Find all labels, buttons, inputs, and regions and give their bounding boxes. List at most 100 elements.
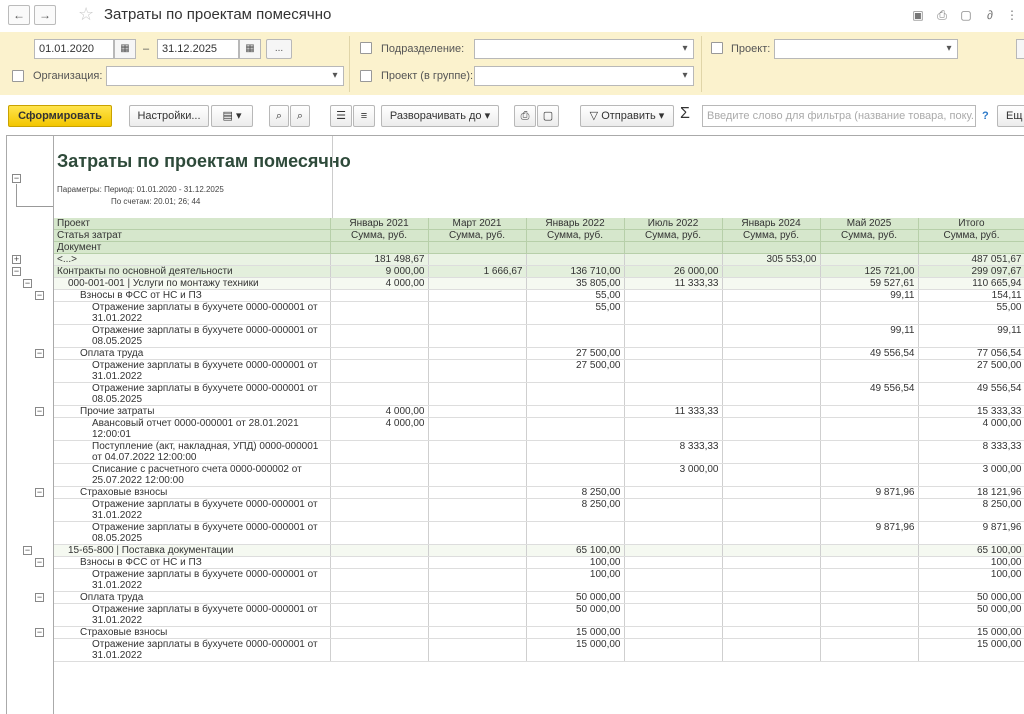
row-value: 136 710,00 xyxy=(526,265,625,278)
back-button[interactable]: ← xyxy=(8,5,30,25)
header-col: Январь 2022 xyxy=(526,218,625,230)
project-group-select[interactable] xyxy=(474,66,694,86)
group-row[interactable]: Контракты по основной деятельности 9 000,… xyxy=(54,265,1024,278)
collapse-header-icon[interactable]: − xyxy=(12,174,21,183)
print-icon[interactable]: ⎙ xyxy=(934,7,950,23)
row-value xyxy=(820,568,919,592)
document-row[interactable]: Отражение зарплаты в бухучете 0000-00000… xyxy=(54,324,1024,348)
row-label: <...> xyxy=(54,253,331,266)
row-value xyxy=(624,521,723,545)
more-button[interactable]: Ещ xyxy=(997,105,1024,127)
report-spreadsheet[interactable]: − Затраты по проектам помесячно Параметр… xyxy=(6,135,1024,714)
article-row[interactable]: Взносы в ФСС от НС и ПЗ 100,00 100,00 xyxy=(54,556,1024,569)
collapse-row-icon[interactable]: − xyxy=(35,628,44,637)
find-icon[interactable]: ⌕ xyxy=(269,105,289,127)
document-row[interactable]: Отражение зарплаты в бухучете 0000-00000… xyxy=(54,359,1024,383)
article-row[interactable]: Оплата труда 50 000,00 50 000,00 xyxy=(54,591,1024,604)
document-row[interactable]: Отражение зарплаты в бухучете 0000-00000… xyxy=(54,301,1024,325)
group-row[interactable]: <...> 181 498,67 305 553,00 487 051,67 xyxy=(54,253,1024,266)
org-checkbox[interactable] xyxy=(12,70,24,82)
row-value: 50 000,00 xyxy=(918,603,1024,627)
row-value xyxy=(820,603,919,627)
document-row[interactable]: Отражение зарплаты в бухучете 0000-00000… xyxy=(54,498,1024,522)
collapse-groups-icon[interactable]: ≡ xyxy=(353,105,375,127)
settings-button[interactable]: Настройки... xyxy=(129,105,209,127)
preview-icon[interactable]: ▢ xyxy=(958,7,974,23)
project-group-dropdown-icon[interactable]: ▾ xyxy=(677,66,694,86)
row-value xyxy=(428,556,527,569)
document-row[interactable]: Отражение зарплаты в бухучете 0000-00000… xyxy=(54,638,1024,662)
collapse-row-icon[interactable]: − xyxy=(35,407,44,416)
sum-icon[interactable]: Σ xyxy=(680,106,690,122)
document-row[interactable]: Отражение зарплаты в бухучете 0000-00000… xyxy=(54,568,1024,592)
project-group-checkbox[interactable] xyxy=(360,70,372,82)
date-to-input[interactable]: 31.12.2025 xyxy=(157,39,239,59)
collapse-row-icon[interactable]: − xyxy=(23,279,32,288)
collapse-row-icon[interactable]: − xyxy=(35,593,44,602)
forward-button[interactable]: → xyxy=(34,5,56,25)
collapse-row-icon[interactable]: − xyxy=(35,558,44,567)
date-from-input[interactable]: 01.01.2020 xyxy=(34,39,114,59)
project-extra-button[interactable] xyxy=(1016,39,1024,59)
link-icon[interactable]: ∂ xyxy=(982,7,998,23)
collapse-row-icon[interactable]: − xyxy=(23,546,32,555)
subdivision-dropdown-icon[interactable]: ▾ xyxy=(677,39,694,59)
row-value xyxy=(330,486,429,499)
favorite-star-icon[interactable]: ☆ xyxy=(78,3,94,25)
document-row[interactable]: Списание с расчетного счета 0000-000002 … xyxy=(54,463,1024,487)
document-row[interactable]: Отражение зарплаты в бухучете 0000-00000… xyxy=(54,603,1024,627)
row-value: 50 000,00 xyxy=(526,591,625,604)
collapse-row-icon[interactable]: − xyxy=(12,267,21,276)
row-value xyxy=(428,603,527,627)
send-button[interactable]: ▽ Отправить ▾ xyxy=(580,105,674,127)
find-next-icon[interactable]: ⌕ xyxy=(290,105,310,127)
header-sub: Сумма, руб. xyxy=(428,229,527,242)
document-row[interactable]: Отражение зарплаты в бухучете 0000-00000… xyxy=(54,521,1024,545)
article-row[interactable]: Страховые взносы 8 250,00 9 871,96 18 121,9… xyxy=(54,486,1024,499)
row-label: Оплата труда xyxy=(54,347,331,360)
project-select[interactable] xyxy=(774,39,958,59)
filter-search-input[interactable]: Введите слово для фильтра (название това… xyxy=(702,105,976,127)
project-checkbox[interactable] xyxy=(711,42,723,54)
document-row[interactable]: Авансовый отчет 0000-000001 от 28.01.202… xyxy=(54,417,1024,441)
row-value: 35 805,00 xyxy=(526,277,625,290)
collapse-row-icon[interactable]: − xyxy=(35,349,44,358)
row-value: 18 121,96 xyxy=(918,486,1024,499)
period-select-button[interactable]: ... xyxy=(266,39,292,59)
calendar-from-icon[interactable]: ▦ xyxy=(114,39,136,59)
expand-groups-icon[interactable]: ☰ xyxy=(330,105,352,127)
article-row[interactable]: Оплата труда 27 500,00 49 556,54 77 056,54 xyxy=(54,347,1024,360)
save-icon[interactable]: ▣ xyxy=(910,7,926,23)
org-dropdown-icon[interactable]: ▾ xyxy=(327,66,344,86)
expand-row-icon[interactable]: + xyxy=(12,255,21,264)
collapse-row-icon[interactable]: − xyxy=(35,488,44,497)
project-dropdown-icon[interactable]: ▾ xyxy=(941,39,958,59)
header-col: Июль 2022 xyxy=(624,218,723,230)
subdivision-select[interactable] xyxy=(474,39,694,59)
article-row[interactable]: Страховые взносы 15 000,00 15 000,00 xyxy=(54,626,1024,639)
document-row[interactable]: Поступление (акт, накладная, УПД) 0000-0… xyxy=(54,440,1024,464)
group-row[interactable]: 000-001-001 | Услуги по монтажу техники 4… xyxy=(54,277,1024,290)
print-button-icon[interactable]: ⎙ xyxy=(514,105,536,127)
subdivision-checkbox[interactable] xyxy=(360,42,372,54)
preview-button-icon[interactable]: ▢ xyxy=(537,105,559,127)
more-menu-icon[interactable]: ⋮ xyxy=(1004,7,1020,23)
row-value xyxy=(820,591,919,604)
article-row[interactable]: Взносы в ФСС от НС и ПЗ 55,00 99,11 154,11 xyxy=(54,289,1024,302)
org-select[interactable] xyxy=(106,66,344,86)
collapse-row-icon[interactable]: − xyxy=(35,291,44,300)
help-icon[interactable]: ? xyxy=(982,109,989,123)
calendar-to-icon[interactable]: ▦ xyxy=(239,39,261,59)
expand-to-button[interactable]: Разворачивать до ▾ xyxy=(381,105,499,127)
document-row[interactable]: Отражение зарплаты в бухучете 0000-00000… xyxy=(54,382,1024,406)
row-value xyxy=(624,301,723,325)
row-value: 99,11 xyxy=(820,324,919,348)
row-label: Прочие затраты xyxy=(54,405,331,418)
generate-button[interactable]: Сформировать xyxy=(8,105,112,127)
row-value xyxy=(722,301,821,325)
org-label: Организация: xyxy=(33,70,103,82)
group-row[interactable]: 15-65-800 | Поставка документации 65 100,… xyxy=(54,544,1024,557)
row-value xyxy=(624,591,723,604)
variant-menu-button[interactable]: ▤ ▾ xyxy=(211,105,253,127)
article-row[interactable]: Прочие затраты 4 000,00 11 333,33 15 333,33 xyxy=(54,405,1024,418)
